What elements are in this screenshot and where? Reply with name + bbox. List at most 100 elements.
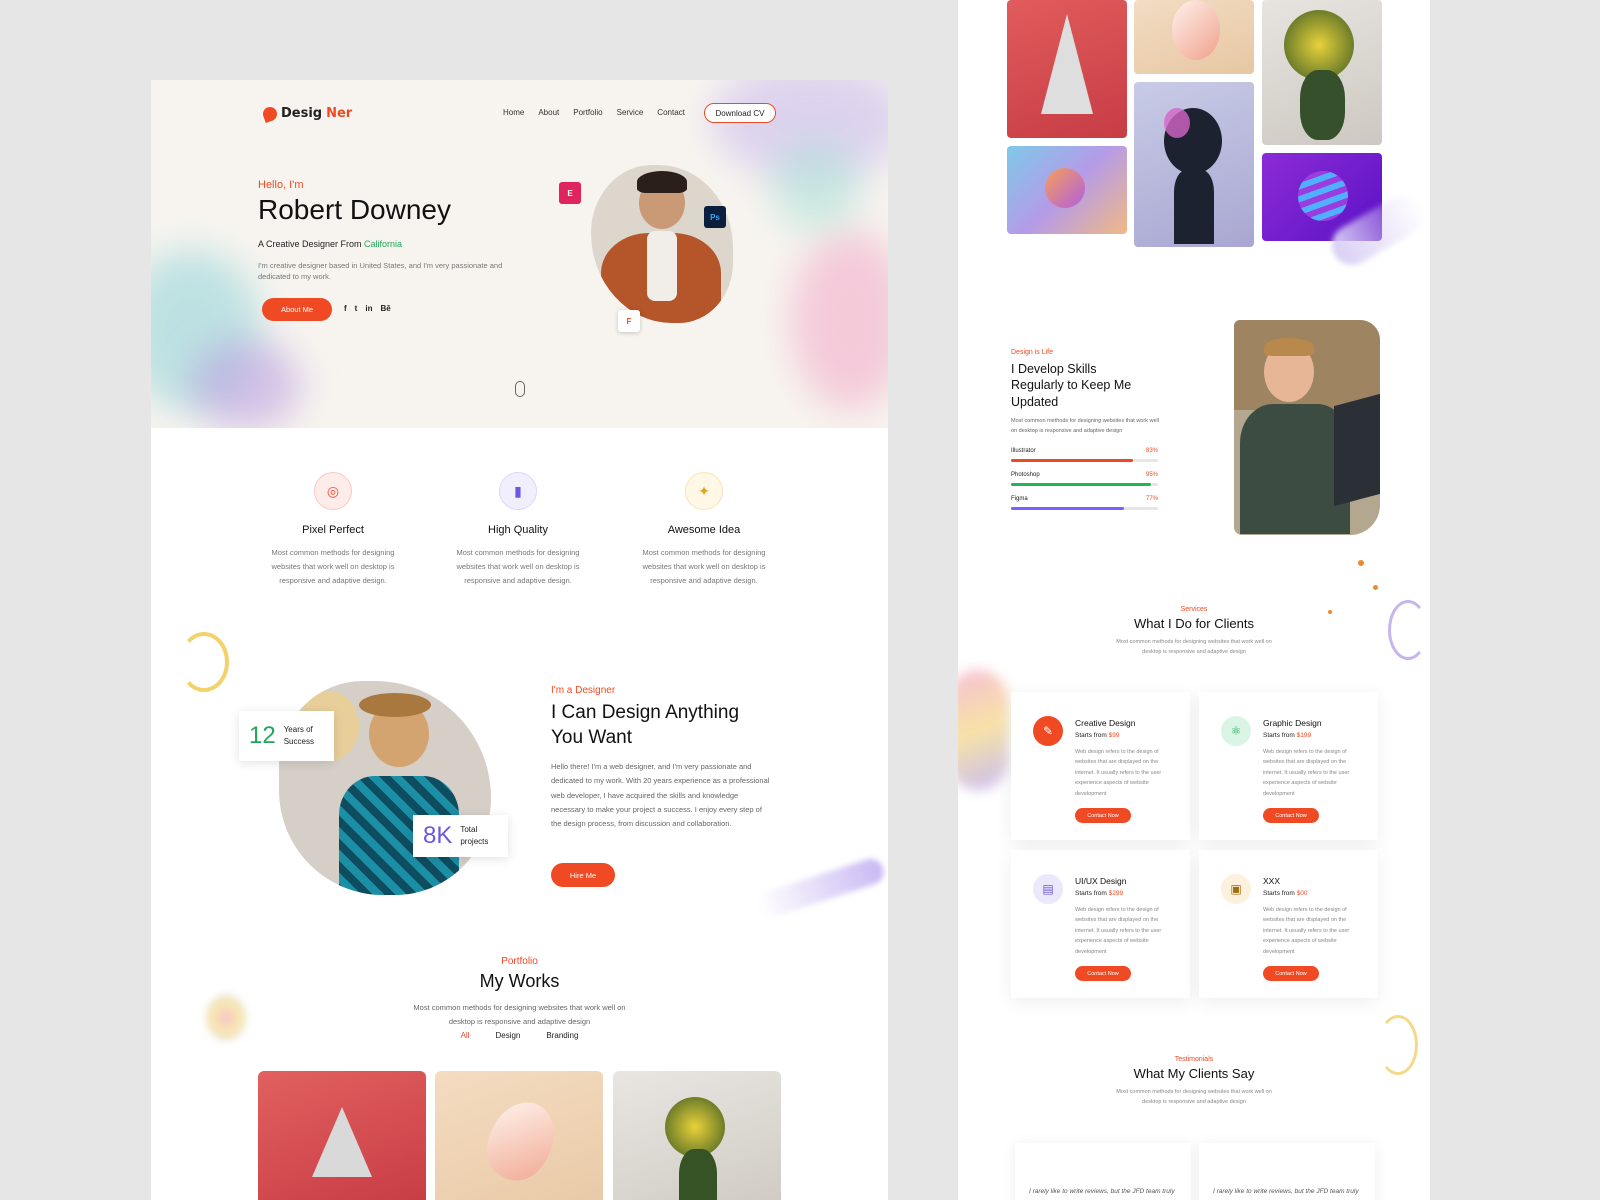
facebook-icon[interactable]: f bbox=[344, 304, 347, 313]
service-title: Creative Design bbox=[1075, 718, 1136, 728]
download-cv-button[interactable]: Download CV bbox=[704, 103, 776, 123]
portfolio-item[interactable] bbox=[613, 1071, 781, 1200]
twitter-icon[interactable]: t bbox=[355, 304, 358, 313]
about-heading-line: You Want bbox=[551, 726, 632, 748]
years-label: Years of Success bbox=[283, 725, 314, 746]
testimonial-card: I rarely like to write reviews, but the … bbox=[1199, 1143, 1375, 1200]
scroll-mouse-icon[interactable] bbox=[515, 381, 525, 397]
skill-name: Figma bbox=[1011, 496, 1028, 502]
feature-title: Pixel Perfect bbox=[302, 524, 364, 536]
skill-bar: Photoshop 95% bbox=[1011, 472, 1158, 486]
price-value: $199 bbox=[1296, 732, 1312, 739]
price-prefix: Starts from bbox=[1075, 890, 1109, 897]
service-desc: Web design refers to the design of websi… bbox=[1075, 907, 1162, 955]
feature-card: ✦ Awesome Idea Most common methods for d… bbox=[629, 472, 779, 588]
feature-desc: Most common methods for designing websit… bbox=[456, 548, 580, 585]
service-price: Starts from $299 bbox=[1075, 890, 1123, 897]
price-prefix: Starts from bbox=[1263, 732, 1297, 739]
service-title: UI/UX Design bbox=[1075, 876, 1127, 886]
price-value: $299 bbox=[1108, 890, 1124, 897]
services-desc-line: desktop is responsive and adaptive desig… bbox=[1142, 648, 1246, 655]
service-card: ✎ Creative Design Starts from $99 Web de… bbox=[1011, 692, 1190, 840]
paint-splash bbox=[958, 670, 1008, 790]
paint-splash bbox=[791, 230, 888, 410]
skill-name: Photoshop bbox=[1011, 472, 1040, 478]
price-prefix: Starts from bbox=[1263, 890, 1297, 897]
design-icon: ✎ bbox=[1033, 716, 1063, 746]
service-price: Starts from $00 bbox=[1263, 890, 1307, 897]
skill-track bbox=[1011, 507, 1158, 510]
hero-tagline: A Creative Designer From California bbox=[258, 239, 402, 249]
portfolio-eyebrow: Portfolio bbox=[501, 956, 538, 967]
dot-decoration bbox=[1373, 585, 1378, 590]
gallery-item[interactable] bbox=[1007, 0, 1127, 138]
skill-bar: Illustrator 83% bbox=[1011, 448, 1158, 462]
landing-page-right: Design is Life I Develop Skills Regularl… bbox=[958, 0, 1430, 1200]
nav-contact[interactable]: Contact bbox=[657, 108, 685, 117]
layout-icon: ▤ bbox=[1033, 874, 1063, 904]
linkedin-icon[interactable]: in bbox=[365, 304, 372, 313]
squiggle-decoration bbox=[179, 632, 229, 692]
figma-icon: F bbox=[618, 310, 640, 332]
service-desc: Web design refers to the design of websi… bbox=[1075, 749, 1162, 797]
contact-now-button[interactable]: Contact Now bbox=[1263, 808, 1319, 823]
window-icon: ▣ bbox=[1221, 874, 1251, 904]
skill-track bbox=[1011, 459, 1158, 462]
price-value: $00 bbox=[1296, 890, 1308, 897]
bulb-icon: ✦ bbox=[685, 472, 723, 510]
brush-logo-icon bbox=[261, 104, 279, 123]
portfolio-filters: All Design Branding bbox=[151, 1031, 888, 1040]
atom-icon: ⚛ bbox=[1221, 716, 1251, 746]
filter-all[interactable]: All bbox=[461, 1031, 470, 1040]
hire-me-button[interactable]: Hire Me bbox=[551, 863, 615, 887]
main-nav: Home About Portfolio Service Contact bbox=[503, 108, 685, 117]
portfolio-item[interactable] bbox=[258, 1071, 426, 1200]
tagline-prefix: A Creative Designer From bbox=[258, 239, 365, 249]
site-logo[interactable]: Desig Ner bbox=[261, 104, 353, 123]
skill-bar: Figma 77% bbox=[1011, 496, 1158, 510]
nav-service[interactable]: Service bbox=[617, 108, 644, 117]
contact-now-button[interactable]: Contact Now bbox=[1075, 966, 1131, 981]
nav-portfolio[interactable]: Portfolio bbox=[573, 108, 602, 117]
nav-home[interactable]: Home bbox=[503, 108, 524, 117]
testimonial-quote: I rarely like to write reviews, but the … bbox=[1029, 1188, 1175, 1195]
paint-stroke-decoration bbox=[755, 855, 887, 921]
projects-label: Total projects bbox=[460, 825, 489, 846]
testimonials-heading: What My Clients Say bbox=[1133, 1066, 1255, 1081]
skill-fill bbox=[1011, 507, 1125, 510]
price-prefix: Starts from bbox=[1075, 732, 1109, 739]
service-title: XXX bbox=[1263, 876, 1281, 886]
projects-stat-card: 8K Total projects bbox=[413, 815, 508, 857]
paint-splash bbox=[191, 340, 301, 428]
about-me-button[interactable]: About Me bbox=[262, 298, 332, 321]
filter-design[interactable]: Design bbox=[495, 1031, 520, 1040]
contact-now-button[interactable]: Contact Now bbox=[1075, 808, 1131, 823]
gallery-item[interactable] bbox=[1134, 82, 1254, 247]
photoshop-icon: Ps bbox=[704, 206, 726, 228]
behance-icon[interactable]: Bē bbox=[380, 304, 390, 313]
hero-description: I'm creative designer based in United St… bbox=[258, 261, 503, 282]
gallery-item[interactable] bbox=[1262, 0, 1382, 145]
feature-title: Awesome Idea bbox=[667, 524, 741, 536]
service-card: ▤ UI/UX Design Starts from $299 Web desi… bbox=[1011, 850, 1190, 998]
logo-text-accent: Ner bbox=[326, 106, 353, 121]
services-eyebrow: Services bbox=[1180, 606, 1208, 613]
about-heading: I Can Design Anything You Want bbox=[551, 701, 739, 750]
service-price: Starts from $99 bbox=[1075, 732, 1119, 739]
skill-name: Illustrator bbox=[1011, 448, 1036, 454]
gallery-item[interactable] bbox=[1007, 146, 1127, 234]
gallery-item[interactable] bbox=[1134, 0, 1254, 74]
skills-eyebrow: Design is Life bbox=[1011, 349, 1054, 356]
dot-decoration bbox=[1358, 560, 1364, 566]
skills-heading: I Develop Skills Regularly to Keep Me Up… bbox=[1011, 361, 1131, 410]
feature-card: ◎ Pixel Perfect Most common methods for … bbox=[258, 472, 408, 588]
nav-about[interactable]: About bbox=[538, 108, 559, 117]
service-card: ▣ XXX Starts from $00 Web design refers … bbox=[1199, 850, 1378, 998]
skill-fill bbox=[1011, 483, 1151, 486]
service-price: Starts from $199 bbox=[1263, 732, 1311, 739]
services-heading: What I Do for Clients bbox=[1134, 616, 1254, 631]
filter-branding[interactable]: Branding bbox=[546, 1031, 578, 1040]
contact-now-button[interactable]: Contact Now bbox=[1263, 966, 1319, 981]
portfolio-item[interactable] bbox=[435, 1071, 603, 1200]
services-desc-line: Most common methods for designing websit… bbox=[1116, 639, 1272, 645]
